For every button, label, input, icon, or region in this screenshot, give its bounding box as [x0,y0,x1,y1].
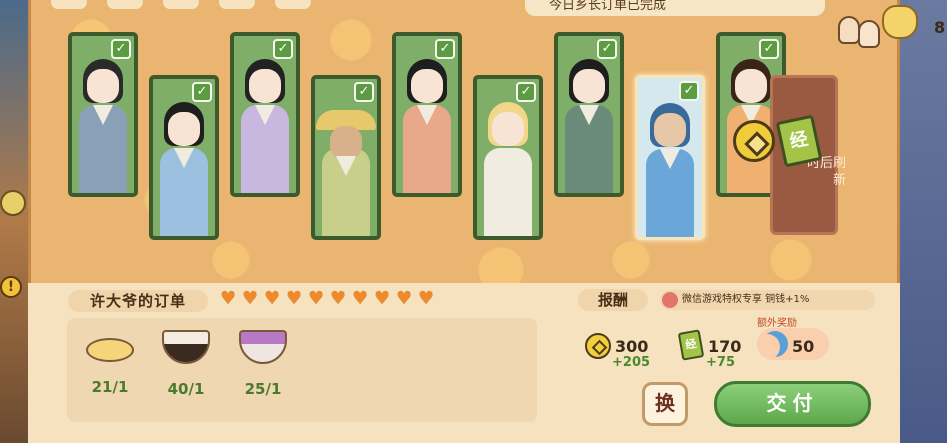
book-reward-bonus: +75 [706,355,735,370]
rice-bowl-icon [162,330,210,364]
customer-portrait [480,96,536,236]
customer-card-8-selected[interactable]: ✓ [635,75,705,240]
customer-card-7[interactable]: ✓ [554,32,624,197]
flower-icon [662,292,678,308]
heart-icon: ♥ [264,288,281,309]
item-count: 25/1 [244,380,282,398]
customer-portrait [316,96,376,236]
customer-card-3[interactable]: ✓ [230,32,300,197]
heart-icon: ♥ [308,288,325,309]
customer-card-1[interactable]: ✓ [68,32,138,197]
item-count: 40/1 [167,380,205,398]
top-decoration [51,0,331,13]
villager-avatars-icon[interactable] [838,14,886,48]
coin-icon [585,333,611,359]
order-item-2[interactable]: 40/1 [156,330,216,398]
purple-porridge-icon [239,330,287,364]
customer-portrait [399,53,455,193]
extra-reward-label: 额外奖励 [757,318,797,329]
book-reward-value: 170 [708,337,742,356]
submit-button[interactable]: 交付 [714,381,871,427]
customer-portrait [156,96,212,236]
heart-icon: ♥ [352,288,369,309]
customer-portrait [75,53,131,193]
heart-icon: ♥ [330,288,347,309]
heart-icon: ♥ [242,288,259,309]
heart-icon: ♥ [418,288,435,309]
moon-reward-value: 50 [792,337,815,356]
customer-card-2[interactable]: ✓ [149,75,219,240]
daily-order-notice: 今日乡长订单已完成 [525,0,825,16]
money-sack-icon[interactable] [882,5,918,39]
heart-icon: ♥ [220,288,237,309]
order-item-3[interactable]: 25/1 [233,330,293,398]
heart-icon: ♥ [374,288,391,309]
affection-hearts: ♥ ♥ ♥ ♥ ♥ ♥ ♥ ♥ ♥ ♥ [220,288,437,309]
customer-card-4[interactable]: ✓ [311,75,381,240]
heart-icon: ♥ [286,288,303,309]
moon-icon [762,331,788,357]
customer-card-5[interactable]: ✓ [392,32,462,197]
customer-portrait [561,53,617,193]
customer-card-6[interactable]: ✓ [473,75,543,240]
coin-icon [733,120,775,162]
wechat-bonus-note: 微信游戏特权专享 铜钱+1% [660,290,875,310]
scripture-book-icon: 经 [677,329,705,361]
right-edge-background [897,0,947,443]
alert-side-icon[interactable]: ! [0,276,22,298]
flatbread-icon [86,338,134,362]
customer-portrait [642,97,698,237]
order-title: 许大爷的订单 [68,290,208,312]
customer-portrait [237,53,293,193]
leaf-side-icon[interactable] [0,190,26,216]
swap-button[interactable]: 换 [642,382,688,426]
coin-reward-value: 300 [615,337,649,356]
order-item-1[interactable]: 21/1 [80,330,140,396]
item-count: 21/1 [91,378,129,396]
reward-title: 报酬 [578,289,648,311]
currency-value: 8 [934,18,946,37]
heart-icon: ♥ [396,288,413,309]
coin-reward-bonus: +205 [612,355,651,370]
